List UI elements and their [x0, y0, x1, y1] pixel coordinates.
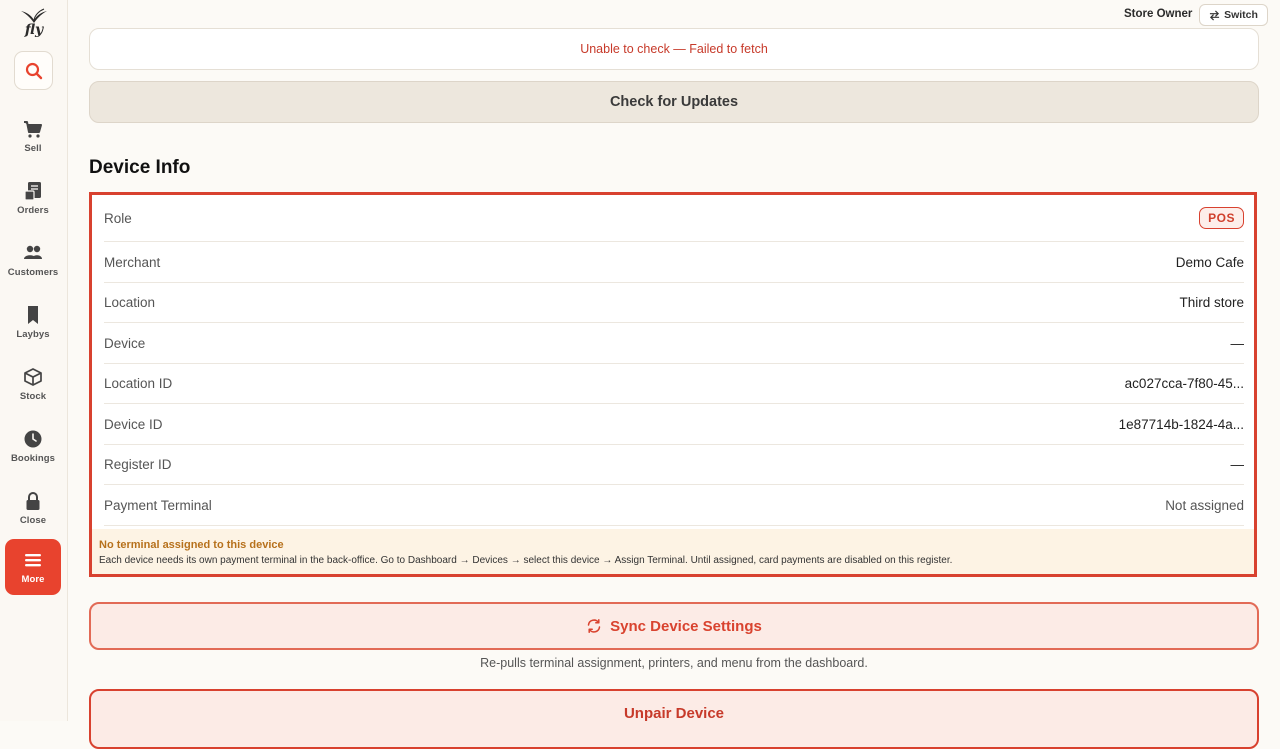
- unpair-device-button[interactable]: Unpair Device: [89, 689, 1259, 749]
- sidebar-item-bookings[interactable]: Bookings: [5, 418, 61, 474]
- search-icon: [25, 62, 42, 79]
- info-row-payment-terminal: Payment Terminal Not assigned: [104, 485, 1244, 526]
- row-value: Not assigned: [1165, 497, 1244, 513]
- sidebar-item-label: Stock: [19, 390, 47, 402]
- row-value: Third store: [1179, 295, 1244, 310]
- sync-button-label: Sync Device Settings: [610, 617, 762, 635]
- section-title: Device Info: [89, 157, 191, 178]
- sidebar-item-stock[interactable]: Stock: [5, 356, 61, 412]
- unpair-button-label: Unpair Device: [623, 705, 725, 722]
- device-info-card: Role POS Merchant Demo Cafe Location Thi…: [89, 192, 1257, 577]
- info-row-location: Location Third store: [104, 283, 1244, 323]
- warning-title: No terminal assigned to this device: [99, 539, 284, 551]
- swap-arrows-icon: [1209, 9, 1220, 21]
- sidebar-item-label: Close: [19, 514, 47, 526]
- update-status-card: Unable to check — Failed to fetch: [89, 28, 1259, 70]
- sync-icon: [587, 619, 601, 633]
- row-value: —: [1230, 335, 1245, 351]
- info-row-merchant: Merchant Demo Cafe: [104, 242, 1244, 283]
- search-button[interactable]: [14, 51, 53, 90]
- warning-body: Each device needs its own payment termin…: [99, 555, 953, 566]
- info-row-register-id: Register ID —: [104, 445, 1244, 485]
- menu-icon: [25, 553, 41, 566]
- row-value: Demo Cafe: [1175, 254, 1244, 270]
- update-status-text: Unable to check — Failed to fetch: [580, 42, 768, 56]
- info-row-device-id: Device ID 1e87714b-1824-4a...: [104, 404, 1244, 445]
- sidebar: fly Sell Orders Customers Laybys Stock B…: [0, 0, 68, 721]
- box-icon: [24, 367, 42, 386]
- sidebar-item-label: More: [21, 573, 45, 585]
- switch-user-button[interactable]: Switch: [1199, 4, 1268, 26]
- sidebar-item-label: Laybys: [16, 328, 50, 340]
- cart-icon: [24, 120, 42, 138]
- sidebar-item-laybys[interactable]: Laybys: [5, 294, 61, 350]
- terminal-warning: No terminal assigned to this device Each…: [92, 529, 1254, 574]
- row-value: —: [1230, 457, 1245, 472]
- row-label: Device: [104, 335, 146, 351]
- sync-device-settings-button[interactable]: Sync Device Settings: [89, 602, 1259, 650]
- current-user-role: Store Owner: [1124, 8, 1193, 20]
- receipt-icon: [24, 181, 41, 201]
- switch-button-label: Switch: [1224, 9, 1258, 21]
- bookmark-icon: [28, 305, 38, 324]
- users-icon: [24, 245, 42, 259]
- sync-description: Re-pulls terminal assignment, printers, …: [480, 656, 868, 670]
- lock-icon: [26, 491, 40, 510]
- sidebar-item-customers[interactable]: Customers: [5, 232, 61, 288]
- row-label: Role: [104, 210, 132, 226]
- row-label: Payment Terminal: [104, 497, 212, 513]
- logo-wordmark: fly: [24, 22, 44, 38]
- sidebar-item-label: Orders: [17, 204, 49, 216]
- clock-icon: [24, 430, 42, 447]
- sidebar-item-close[interactable]: Close: [5, 480, 61, 536]
- sidebar-item-label: Sell: [24, 142, 42, 154]
- row-value: ac027cca-7f80-45...: [1124, 376, 1244, 391]
- sidebar-item-more[interactable]: More: [5, 539, 61, 595]
- role-badge: POS: [1199, 207, 1244, 229]
- row-label: Location: [104, 295, 156, 310]
- sidebar-item-orders[interactable]: Orders: [5, 170, 61, 226]
- row-value: 1e87714b-1824-4a...: [1118, 416, 1244, 432]
- check-for-updates-button[interactable]: Check for Updates: [89, 81, 1259, 123]
- sidebar-item-label: Customers: [7, 266, 59, 278]
- sidebar-item-sell[interactable]: Sell: [5, 108, 61, 164]
- info-row-location-id: Location ID ac027cca-7f80-45...: [104, 364, 1244, 404]
- row-label: Device ID: [104, 416, 163, 432]
- fly-logo[interactable]: fly: [20, 8, 48, 42]
- info-row-role: Role POS: [104, 195, 1244, 242]
- row-label: Merchant: [104, 254, 161, 270]
- sidebar-item-label: Bookings: [10, 452, 56, 464]
- row-label: Location ID: [104, 376, 173, 391]
- row-label: Register ID: [104, 457, 172, 472]
- info-row-device: Device —: [104, 323, 1244, 364]
